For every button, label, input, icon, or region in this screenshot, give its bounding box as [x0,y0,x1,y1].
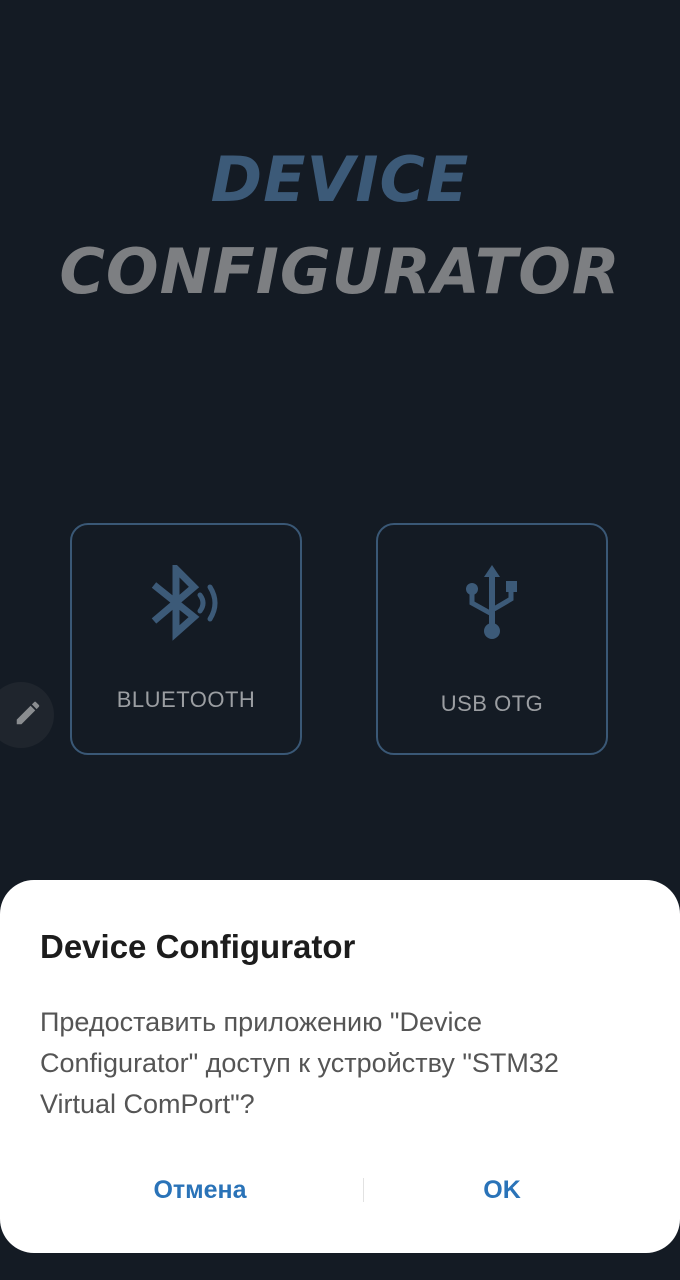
ok-button[interactable]: OK [402,1170,602,1210]
bluetooth-label: BLUETOOTH [116,687,256,712]
dialog-actions: Отмена OK [0,1170,680,1210]
app-title-line-1: DEVICE [210,143,470,216]
app-title-line-2: CONFIGURATOR [59,235,621,308]
cancel-button[interactable]: Отмена [100,1170,300,1210]
permission-dialog: Device Configurator Предоставить приложе… [0,880,680,1253]
dialog-title: Device Configurator [40,928,356,965]
bluetooth-audio-icon [72,565,300,641]
usb-icon [378,563,606,643]
edit-button[interactable] [0,682,54,748]
actions-divider [363,1178,364,1202]
bluetooth-connect-button[interactable]: BLUETOOTH [70,523,302,755]
usb-otg-label: USB OTG [440,691,544,716]
pencil-icon [13,698,43,733]
dialog-message: Предоставить приложению "Device Configur… [40,1007,559,1119]
usb-otg-connect-button[interactable]: USB OTG [376,523,608,755]
